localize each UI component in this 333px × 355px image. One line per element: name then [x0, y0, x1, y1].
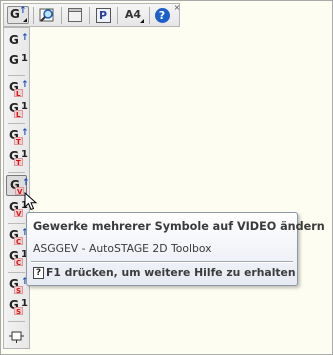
- one-glyph: 1: [21, 53, 28, 64]
- help-icon: ?: [154, 7, 170, 23]
- subscript-label: T: [16, 138, 21, 146]
- palette-separator: [8, 123, 25, 124]
- palette-separator: [8, 321, 25, 322]
- palette-separator: [8, 75, 25, 76]
- palette-button[interactable]: G ↑: [6, 31, 29, 52]
- toolbar-separator: [33, 7, 34, 24]
- toolbar-separator: [89, 7, 90, 24]
- arrow-up-icon: ↑: [21, 33, 29, 43]
- magnifier-icon: [39, 8, 54, 22]
- tooltip: Gewerke mehrerer Symbole auf VIDEO änder…: [26, 212, 325, 286]
- palette-button[interactable]: G ↑ L: [6, 78, 29, 99]
- tooltip-description: ASGGEV - AutoSTAGE 2D Toolbox: [33, 242, 212, 255]
- subscript-label: T: [16, 159, 21, 167]
- palette-separator: [8, 272, 25, 273]
- tooltip-separator: [31, 261, 293, 262]
- palette-button[interactable]: G 1 L: [6, 99, 28, 120]
- frame-symbol-icon: [9, 331, 24, 343]
- toolbar-separator: [149, 7, 150, 24]
- toolbar-separator: [117, 7, 118, 24]
- window-frame: [0, 0, 333, 355]
- subscript-label: L: [16, 111, 21, 119]
- g1-icon: G 1: [9, 53, 28, 67]
- top-toolbar: G ↑ P A4 ? ×: [3, 3, 180, 27]
- subscript-label: S: [16, 308, 22, 316]
- zoom-button[interactable]: [37, 6, 57, 24]
- g-arrow-icon: G ↑: [9, 33, 29, 47]
- palette-button[interactable]: [6, 326, 27, 347]
- palette-separator: [8, 223, 25, 224]
- close-icon[interactable]: ×: [173, 4, 181, 12]
- palette-button[interactable]: G 1 T: [6, 147, 28, 168]
- g-glyph: G: [9, 33, 19, 47]
- a4-icon: A4: [124, 8, 142, 21]
- help-icon: ?: [33, 266, 44, 279]
- subscript-label: V: [16, 210, 22, 218]
- subscript-label: S: [16, 287, 22, 295]
- chevron-down-icon: [23, 18, 27, 22]
- g-arrow-glyph: ↑: [19, 6, 27, 16]
- subscript-label: C: [16, 238, 22, 246]
- g-dropdown-button[interactable]: G ↑: [7, 6, 29, 24]
- p-icon: P: [95, 7, 111, 23]
- palette-button[interactable]: G 1 C: [6, 247, 28, 268]
- page-size-button[interactable]: A4: [121, 6, 145, 24]
- p-button[interactable]: P: [93, 6, 113, 24]
- palette-button[interactable]: G 1 S: [6, 296, 28, 317]
- tooltip-help: ? F1 drücken, um weitere Hilfe zu erhalt…: [33, 266, 296, 279]
- chevron-down-icon: [140, 19, 144, 23]
- help-button[interactable]: ?: [152, 6, 172, 24]
- palette-button[interactable]: G ↑ C: [6, 226, 29, 247]
- window-button[interactable]: [65, 6, 85, 24]
- palette-button[interactable]: G 1: [6, 51, 28, 72]
- subscript-label: V: [17, 188, 23, 196]
- palette-separator: [8, 172, 25, 173]
- palette-button[interactable]: G ↑ S: [6, 275, 29, 296]
- subscript-label: L: [16, 90, 21, 98]
- toolbar-separator: [61, 7, 62, 24]
- mouse-cursor-icon: [24, 192, 38, 211]
- subscript-label: C: [16, 259, 22, 267]
- g-glyph: G: [9, 53, 19, 67]
- palette-button[interactable]: G ↑ T: [6, 126, 29, 147]
- symbol-palette: G ↑ G 1 G ↑ L G 1 L G ↑ T G 1 T G ↑ V G …: [3, 27, 30, 349]
- tooltip-help-text: F1 drücken, um weitere Hilfe zu erhalten: [46, 266, 296, 279]
- tooltip-title: Gewerke mehrerer Symbole auf VIDEO änder…: [33, 220, 325, 233]
- window-icon: [68, 8, 82, 22]
